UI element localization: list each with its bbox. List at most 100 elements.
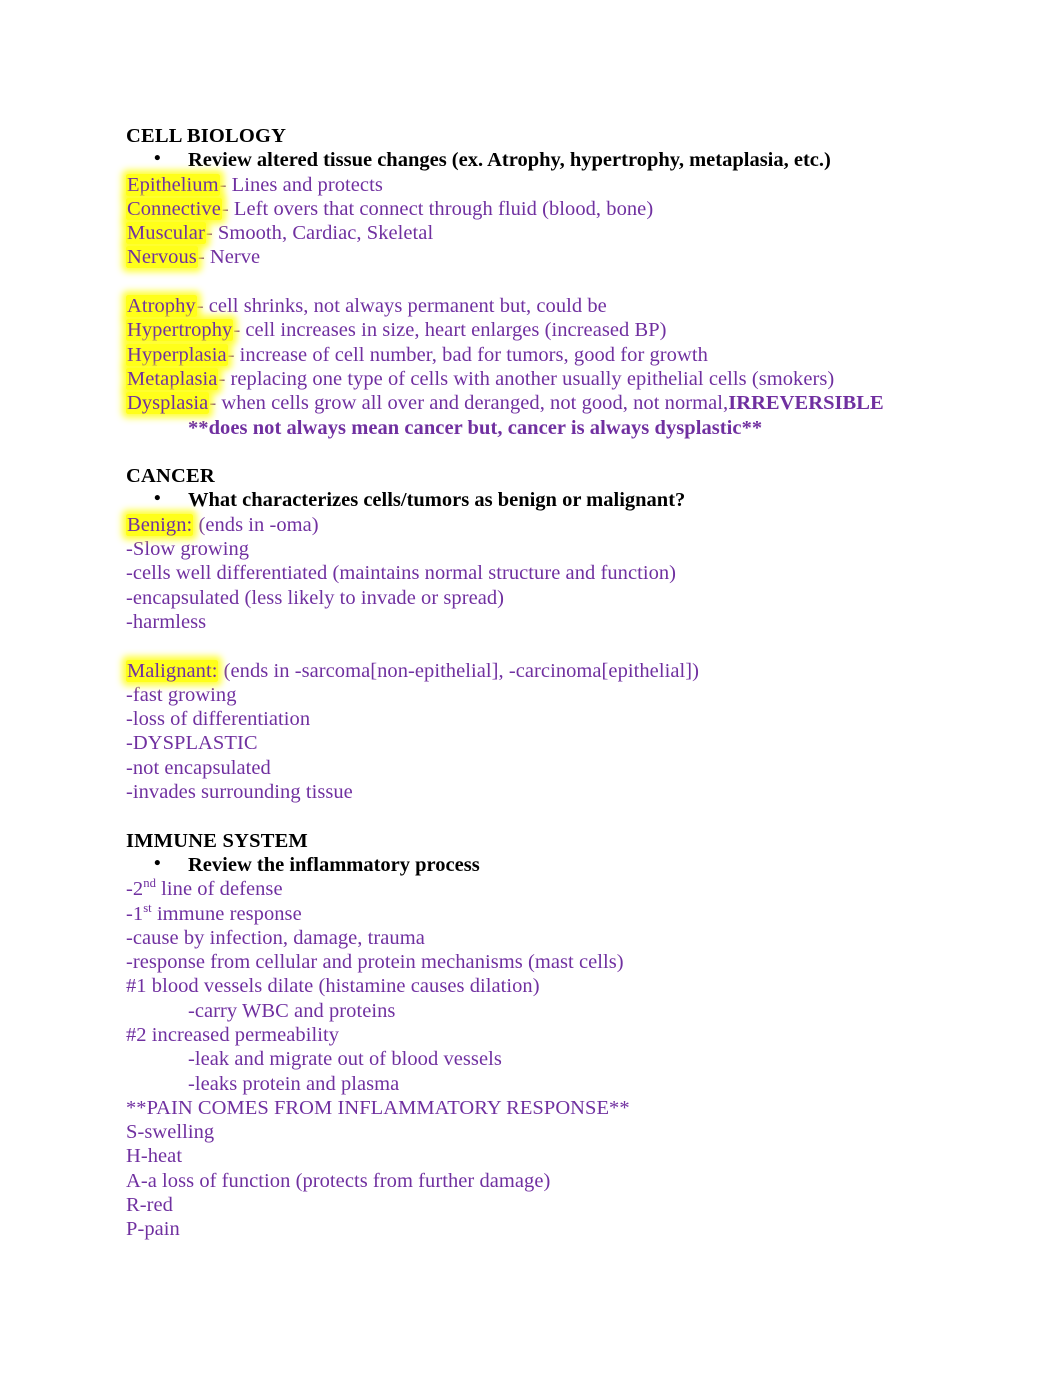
line-text: -encapsulated (less likely to invade or … xyxy=(126,586,505,609)
highlighted-term: Malignant: xyxy=(126,659,219,682)
text-line: Muscular- Smooth, Cardiac, Skeletal xyxy=(126,221,946,245)
line-text: -response from cellular and protein mech… xyxy=(126,951,624,974)
bullet-point-icon: • xyxy=(154,852,161,874)
line-text: -invades surrounding tissue xyxy=(126,781,353,804)
section-bullet-item: • What characterizes cells/tumors as beni… xyxy=(126,488,946,512)
line-text: -fast growing xyxy=(126,683,237,706)
text-line: Malignant: (ends in -sarcoma[non-epithel… xyxy=(126,659,946,683)
text-line: -harmless xyxy=(126,610,946,634)
text-line: P-pain xyxy=(126,1217,946,1241)
line-text: - increase of cell number, bad for tumor… xyxy=(227,343,708,366)
text-line: Hypertrophy- cell increases in size, hea… xyxy=(126,318,946,342)
text-line: -1st immune response xyxy=(126,900,946,926)
emphasis-note: **does not always mean cancer but, cance… xyxy=(188,416,763,439)
section-bullet-label: What characterizes cells/tumors as benig… xyxy=(188,489,686,512)
section-bullet-label: Review altered tissue changes (ex. Atrop… xyxy=(188,149,831,172)
line-text: -leak and migrate out of blood vessels xyxy=(188,1048,502,1071)
line-text: P-pain xyxy=(126,1218,180,1241)
text-line: Dysplasia- when cells grow all over and … xyxy=(126,391,946,415)
bullet-point-icon: • xyxy=(154,148,161,170)
line-text: line of defense xyxy=(156,878,283,901)
document-page: CELL BIOLOGY • Review altered tissue chang… xyxy=(0,0,1062,1377)
line-text: (ends in -oma) xyxy=(193,513,319,536)
section-bullet-item: • Review the inflammatory process xyxy=(126,853,946,877)
text-line: -encapsulated (less likely to invade or … xyxy=(126,586,946,610)
text-line: R-red xyxy=(126,1193,946,1217)
text-line: -DYSPLASTIC xyxy=(126,731,946,755)
ordinal-superscript: nd xyxy=(143,876,156,891)
highlighted-term: Hypertrophy xyxy=(126,319,234,342)
text-line: **does not always mean cancer but, cance… xyxy=(126,416,946,440)
line-text: - when cells grow all over and deranged,… xyxy=(209,392,729,415)
text-line: -loss of differentiation xyxy=(126,707,946,731)
text-line: #1 blood vessels dilate (histamine cause… xyxy=(126,974,946,998)
line-text: -cells well differentiated (maintains no… xyxy=(126,562,677,585)
line-text: S-swelling xyxy=(126,1121,215,1144)
text-line: Epithelium- Lines and protects xyxy=(126,173,946,197)
text-line: -leaks protein and plasma xyxy=(126,1072,946,1096)
text-line: -carry WBC and proteins xyxy=(126,999,946,1023)
highlighted-term: Connective xyxy=(126,197,222,220)
line-text: -harmless xyxy=(126,610,207,633)
highlighted-term: Epithelium xyxy=(126,173,220,196)
highlighted-term: Benign: xyxy=(126,513,194,536)
line-text: - Nerve xyxy=(197,246,261,269)
text-line: -fast growing xyxy=(126,683,946,707)
text-line: -cells well differentiated (maintains no… xyxy=(126,561,946,585)
text-line: Atrophy- cell shrinks, not always perman… xyxy=(126,294,946,318)
line-text: -not encapsulated xyxy=(126,756,271,779)
text-line: Metaplasia- replacing one type of cells … xyxy=(126,367,946,391)
text-line: -invades surrounding tissue xyxy=(126,780,946,804)
line-prefix: -2 xyxy=(126,878,144,901)
highlighted-term: Hyperplasia xyxy=(126,343,228,366)
line-text: -Slow growing xyxy=(126,538,250,561)
text-line: -not encapsulated xyxy=(126,756,946,780)
line-text: - cell shrinks, not always permanent but… xyxy=(196,295,607,318)
text-line: -cause by infection, damage, trauma xyxy=(126,926,946,950)
line-text: - cell increases in size, heart enlarges… xyxy=(233,319,667,342)
line-text: A-a loss of function (protects from furt… xyxy=(126,1169,551,1192)
line-text: -DYSPLASTIC xyxy=(126,732,258,755)
highlighted-term: Muscular xyxy=(126,222,206,245)
text-line: Nervous- Nerve xyxy=(126,245,946,269)
text-line: A-a loss of function (protects from furt… xyxy=(126,1169,946,1193)
line-prefix: -1 xyxy=(126,902,144,925)
text-line: S-swelling xyxy=(126,1120,946,1144)
highlighted-term: Nervous xyxy=(126,246,198,269)
text-line: -response from cellular and protein mech… xyxy=(126,950,946,974)
highlighted-term: Atrophy xyxy=(126,295,197,318)
text-line: H-heat xyxy=(126,1144,946,1168)
section-bullet-label: Review the inflammatory process xyxy=(188,853,480,876)
bold-emphasis: IRREVERSIBLE xyxy=(728,392,884,415)
text-line: -Slow growing xyxy=(126,537,946,561)
line-text: - Lines and protects xyxy=(219,173,383,196)
section-bullet-item: • Review altered tissue changes (ex. Atro… xyxy=(126,148,946,172)
highlighted-term: Metaplasia xyxy=(126,367,219,390)
line-text: -carry WBC and proteins xyxy=(188,999,396,1022)
text-line: #2 increased permeability xyxy=(126,1023,946,1047)
line-text: R-red xyxy=(126,1194,173,1217)
line-text: (ends in -sarcoma[non-epithelial], -carc… xyxy=(218,659,699,682)
line-text: #1 blood vessels dilate (histamine cause… xyxy=(126,975,540,998)
line-text: - Smooth, Cardiac, Skeletal xyxy=(205,222,434,245)
line-text: - Left overs that connect through fluid … xyxy=(221,197,654,220)
text-line: Benign: (ends in -oma) xyxy=(126,513,946,537)
line-text: **PAIN COMES FROM INFLAMMATORY RESPONSE*… xyxy=(126,1096,630,1119)
line-text: H-heat xyxy=(126,1145,183,1168)
text-line: **PAIN COMES FROM INFLAMMATORY RESPONSE*… xyxy=(126,1096,946,1120)
line-text: -cause by infection, damage, trauma xyxy=(126,926,425,949)
highlighted-term: Dysplasia xyxy=(126,392,210,415)
section-heading: IMMUNE SYSTEM xyxy=(126,829,308,852)
document-body: CELL BIOLOGY • Review altered tissue chang… xyxy=(126,124,946,1242)
ordinal-superscript: st xyxy=(143,900,152,915)
section-heading: CANCER xyxy=(126,465,215,488)
line-text: -leaks protein and plasma xyxy=(188,1072,400,1095)
line-text: immune response xyxy=(151,902,302,925)
text-line: -leak and migrate out of blood vessels xyxy=(126,1047,946,1071)
text-line: Hyperplasia- increase of cell number, ba… xyxy=(126,343,946,367)
line-text: -loss of differentiation xyxy=(126,708,311,731)
